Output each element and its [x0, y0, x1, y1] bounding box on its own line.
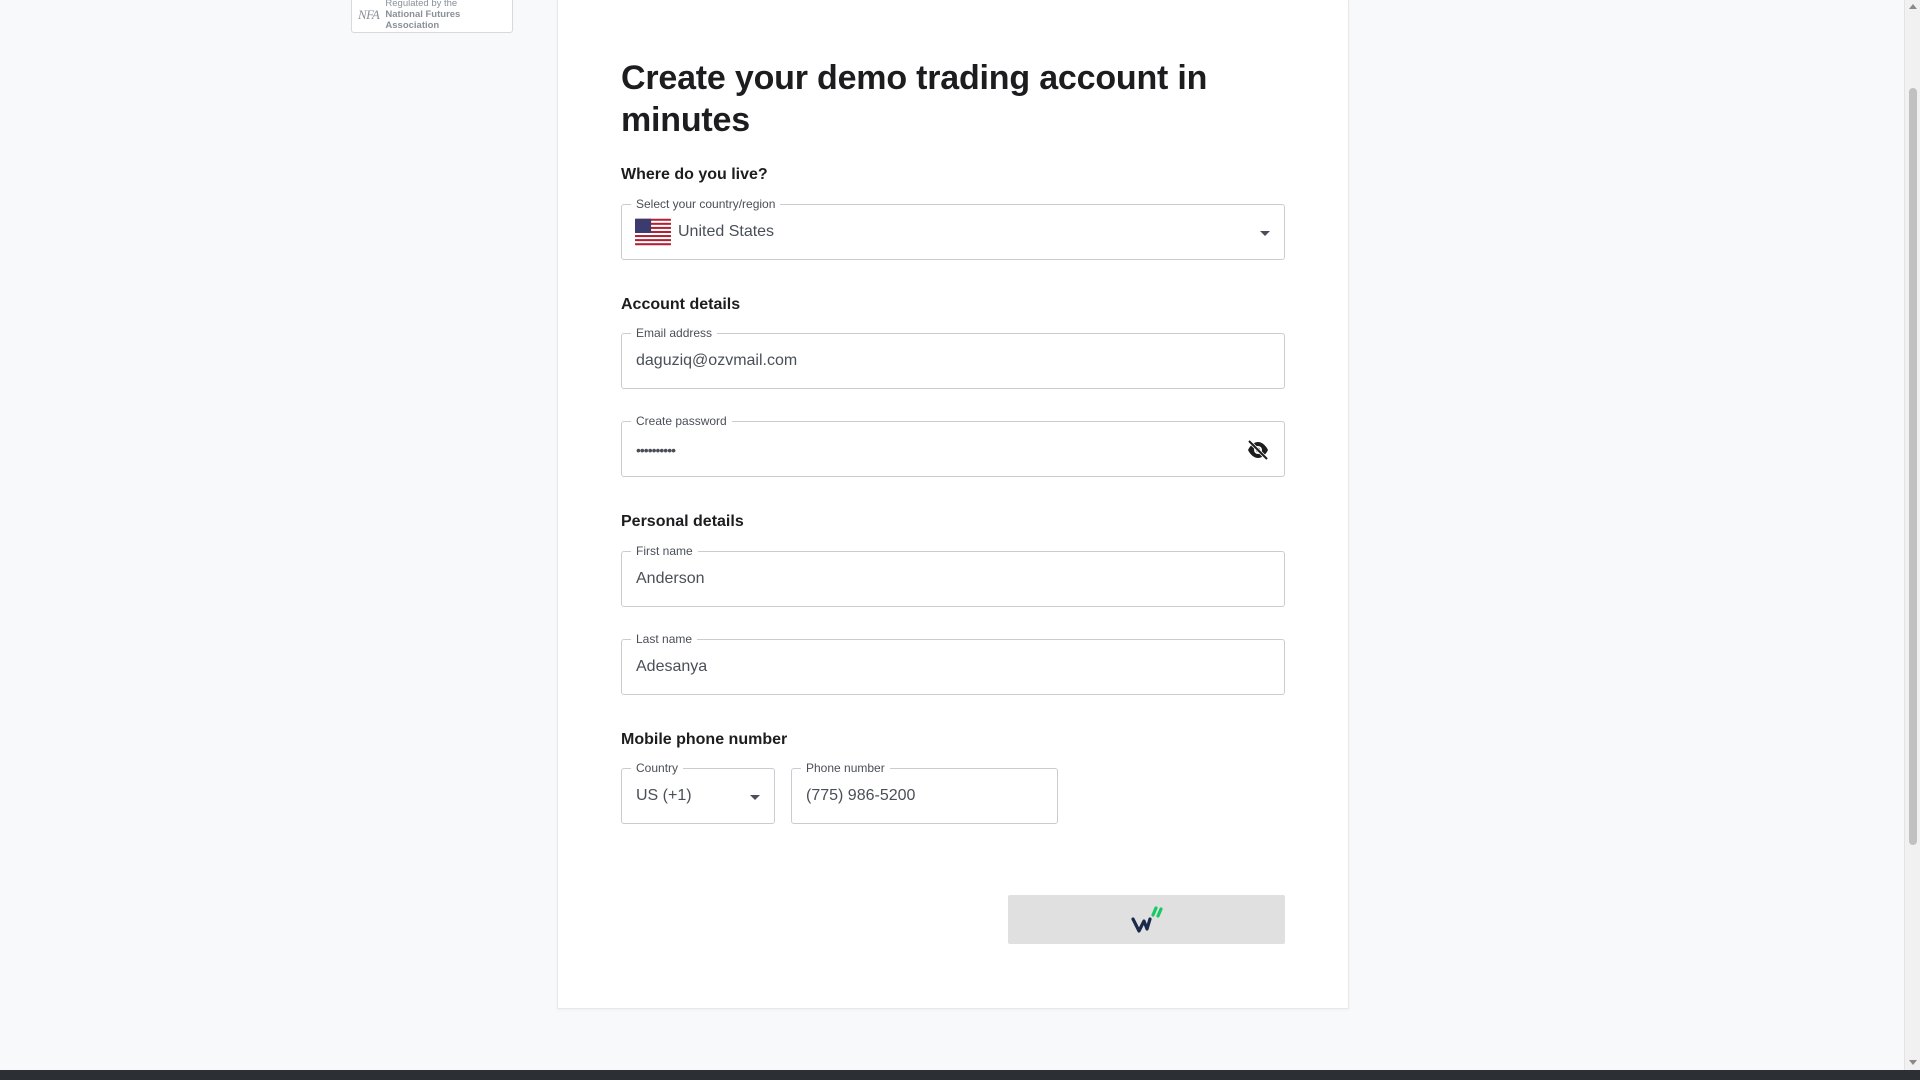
submit-button[interactable] — [1008, 895, 1285, 944]
chevron-down-icon — [1260, 231, 1270, 236]
password-value: •••••••••• — [636, 442, 676, 458]
page-scrollbar[interactable] — [1904, 0, 1920, 1070]
country-region-select[interactable]: Select your country/region United States — [621, 197, 1285, 260]
email-value: daguziq@ozvmail.com — [636, 352, 798, 369]
scroll-up-icon[interactable] — [1909, 4, 1917, 9]
email-field[interactable]: Email address daguziq@ozvmail.com — [621, 326, 1285, 389]
last-name-legend: Last name — [631, 632, 698, 646]
personal-heading: Personal details — [621, 513, 744, 530]
first-name-value: Anderson — [636, 570, 705, 587]
phone-heading: Mobile phone number — [621, 731, 788, 748]
eye-off-icon[interactable] — [1246, 439, 1270, 461]
nfa-text: Regulated by the National Futures Associ… — [385, 0, 460, 31]
phone-country-select[interactable]: Country US (+1) — [621, 761, 775, 824]
footer-bar — [0, 1070, 1920, 1080]
phone-number-field[interactable]: Phone number (775) 986-5200 — [791, 761, 1058, 824]
scroll-down-icon[interactable] — [1909, 1060, 1917, 1065]
phone-country-legend: Country — [631, 761, 684, 775]
nfa-logo: NFA — [358, 6, 380, 22]
nfa-line-1: Regulated by the — [385, 0, 458, 9]
chevron-down-icon — [750, 795, 760, 800]
signup-card: Create your demo trading account in minu… — [557, 0, 1349, 1009]
loading-spinner-icon — [1130, 905, 1163, 933]
nfa-line-3: Association — [385, 20, 440, 31]
nfa-line-2: National Futures — [385, 9, 461, 20]
account-heading: Account details — [621, 296, 741, 313]
nfa-badge: NFA Regulated by the National Futures As… — [351, 0, 513, 33]
password-field[interactable]: Create password •••••••••• — [621, 414, 1285, 477]
phone-country-value: US (+1) — [636, 787, 692, 804]
scroll-thumb[interactable] — [1909, 88, 1917, 845]
us-flag-icon — [635, 218, 671, 246]
last-name-field[interactable]: Last name Adesanya — [621, 632, 1285, 695]
first-name-legend: First name — [631, 544, 698, 558]
email-legend: Email address — [631, 326, 718, 340]
residence-heading: Where do you live? — [621, 166, 768, 183]
country-region-value: United States — [678, 223, 775, 240]
phone-number-value: (775) 986-5200 — [806, 787, 916, 804]
first-name-field[interactable]: First name Anderson — [621, 544, 1285, 607]
country-region-legend: Select your country/region — [631, 197, 781, 211]
password-legend: Create password — [631, 414, 732, 428]
phone-number-legend: Phone number — [801, 761, 890, 775]
last-name-value: Adesanya — [636, 658, 708, 675]
page-title: Create your demo trading account in minu… — [621, 59, 1208, 139]
